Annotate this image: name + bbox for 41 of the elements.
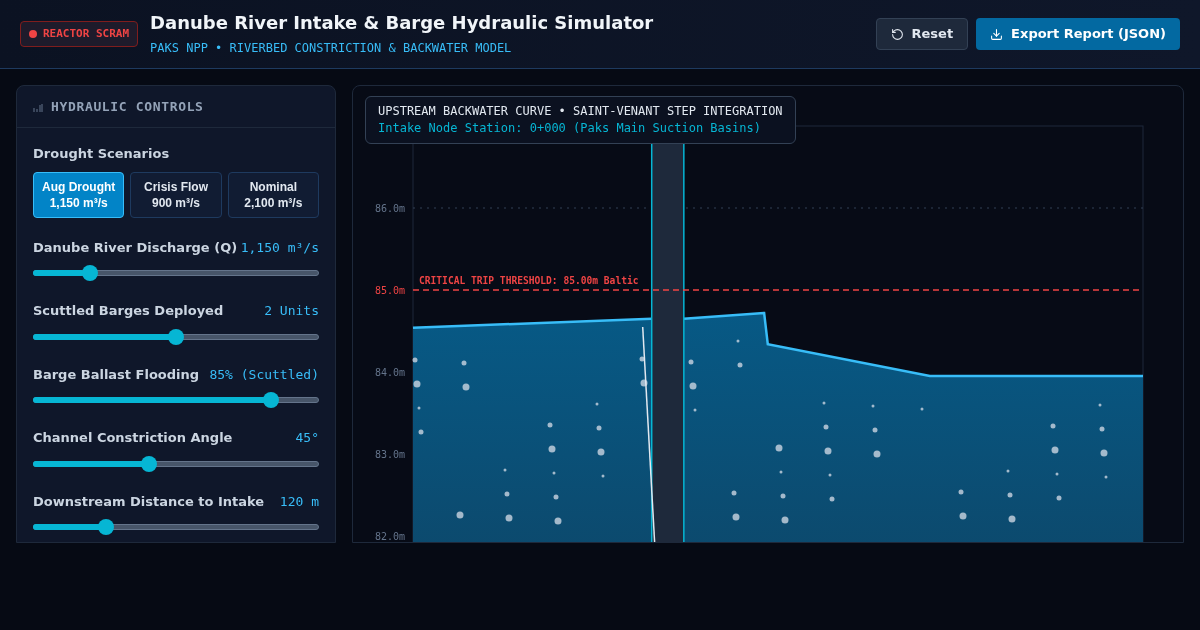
app-title: Danube River Intake & Barge Hydraulic Simulator [150,11,654,35]
slider-reading: 85% (Scuttled) [209,365,319,384]
slider-label: Channel Constriction Angle [33,429,233,447]
slider-label: Barge Ballast Flooding [33,365,200,384]
bar-chart-icon [33,101,43,112]
scenario-button[interactable]: Crisis Flow 900 m³/s [130,171,222,218]
download-icon [990,27,1004,41]
app-subtitle: PAKS NPP • RIVERBED CONSTRICTION & BACKWATER MODEL [150,40,513,57]
scenario-button[interactable]: Aug Drought 1,150 m³/s [33,171,125,218]
axis-tick-label: 83.0m [374,449,405,460]
reset-button[interactable]: Reset [875,18,969,50]
legend-title: UPSTREAM BACKWATER CURVE • SAINT-VENANT STEP INTEGRATION [378,103,783,120]
slider-thumb[interactable] [141,455,157,472]
scenario-button[interactable]: Nominal 2,100 m³/s [227,171,319,218]
slider[interactable] [33,392,319,408]
export-button[interactable]: Export Report (JSON) [976,18,1180,50]
axis-tick-label: 85.0m [374,285,405,296]
axis-tick-label: 84.0m [374,367,405,378]
slider-thumb[interactable] [262,392,279,408]
slider[interactable] [33,265,319,281]
slider-reading: 120 m [279,492,319,511]
slider-reading: 45° [295,429,319,447]
slider[interactable] [33,455,319,472]
panel-title: HYDRAULIC CONTROLS [51,97,204,116]
slider-label: Downstream Distance to Intake [33,492,265,511]
slider-thumb[interactable] [81,265,98,281]
reset-icon [890,27,904,41]
slider-thumb[interactable] [168,328,184,345]
slider[interactable] [33,328,319,345]
slider-reading: 2 Units [264,302,319,320]
badge-label: REACTOR SCRAM [43,25,130,42]
section-label: Drought Scenarios [33,145,171,163]
slider-label: Danube River Discharge (Q) [33,238,238,257]
threshold-label: CRITICAL TRIP THRESHOLD: 85.00m Baltic [419,275,639,286]
slider-reading: 1,150 m³/s [240,238,319,257]
slider[interactable] [33,519,319,535]
slider-label: Scuttled Barges Deployed [33,302,224,320]
axis-tick-label: 86.0m [374,203,405,214]
legend-subtitle: Intake Node Station: 0+000 (Paks Main Suction Basins) [378,120,762,137]
slider-thumb[interactable] [97,519,114,535]
axis-tick-label: 82.0m [374,531,405,542]
